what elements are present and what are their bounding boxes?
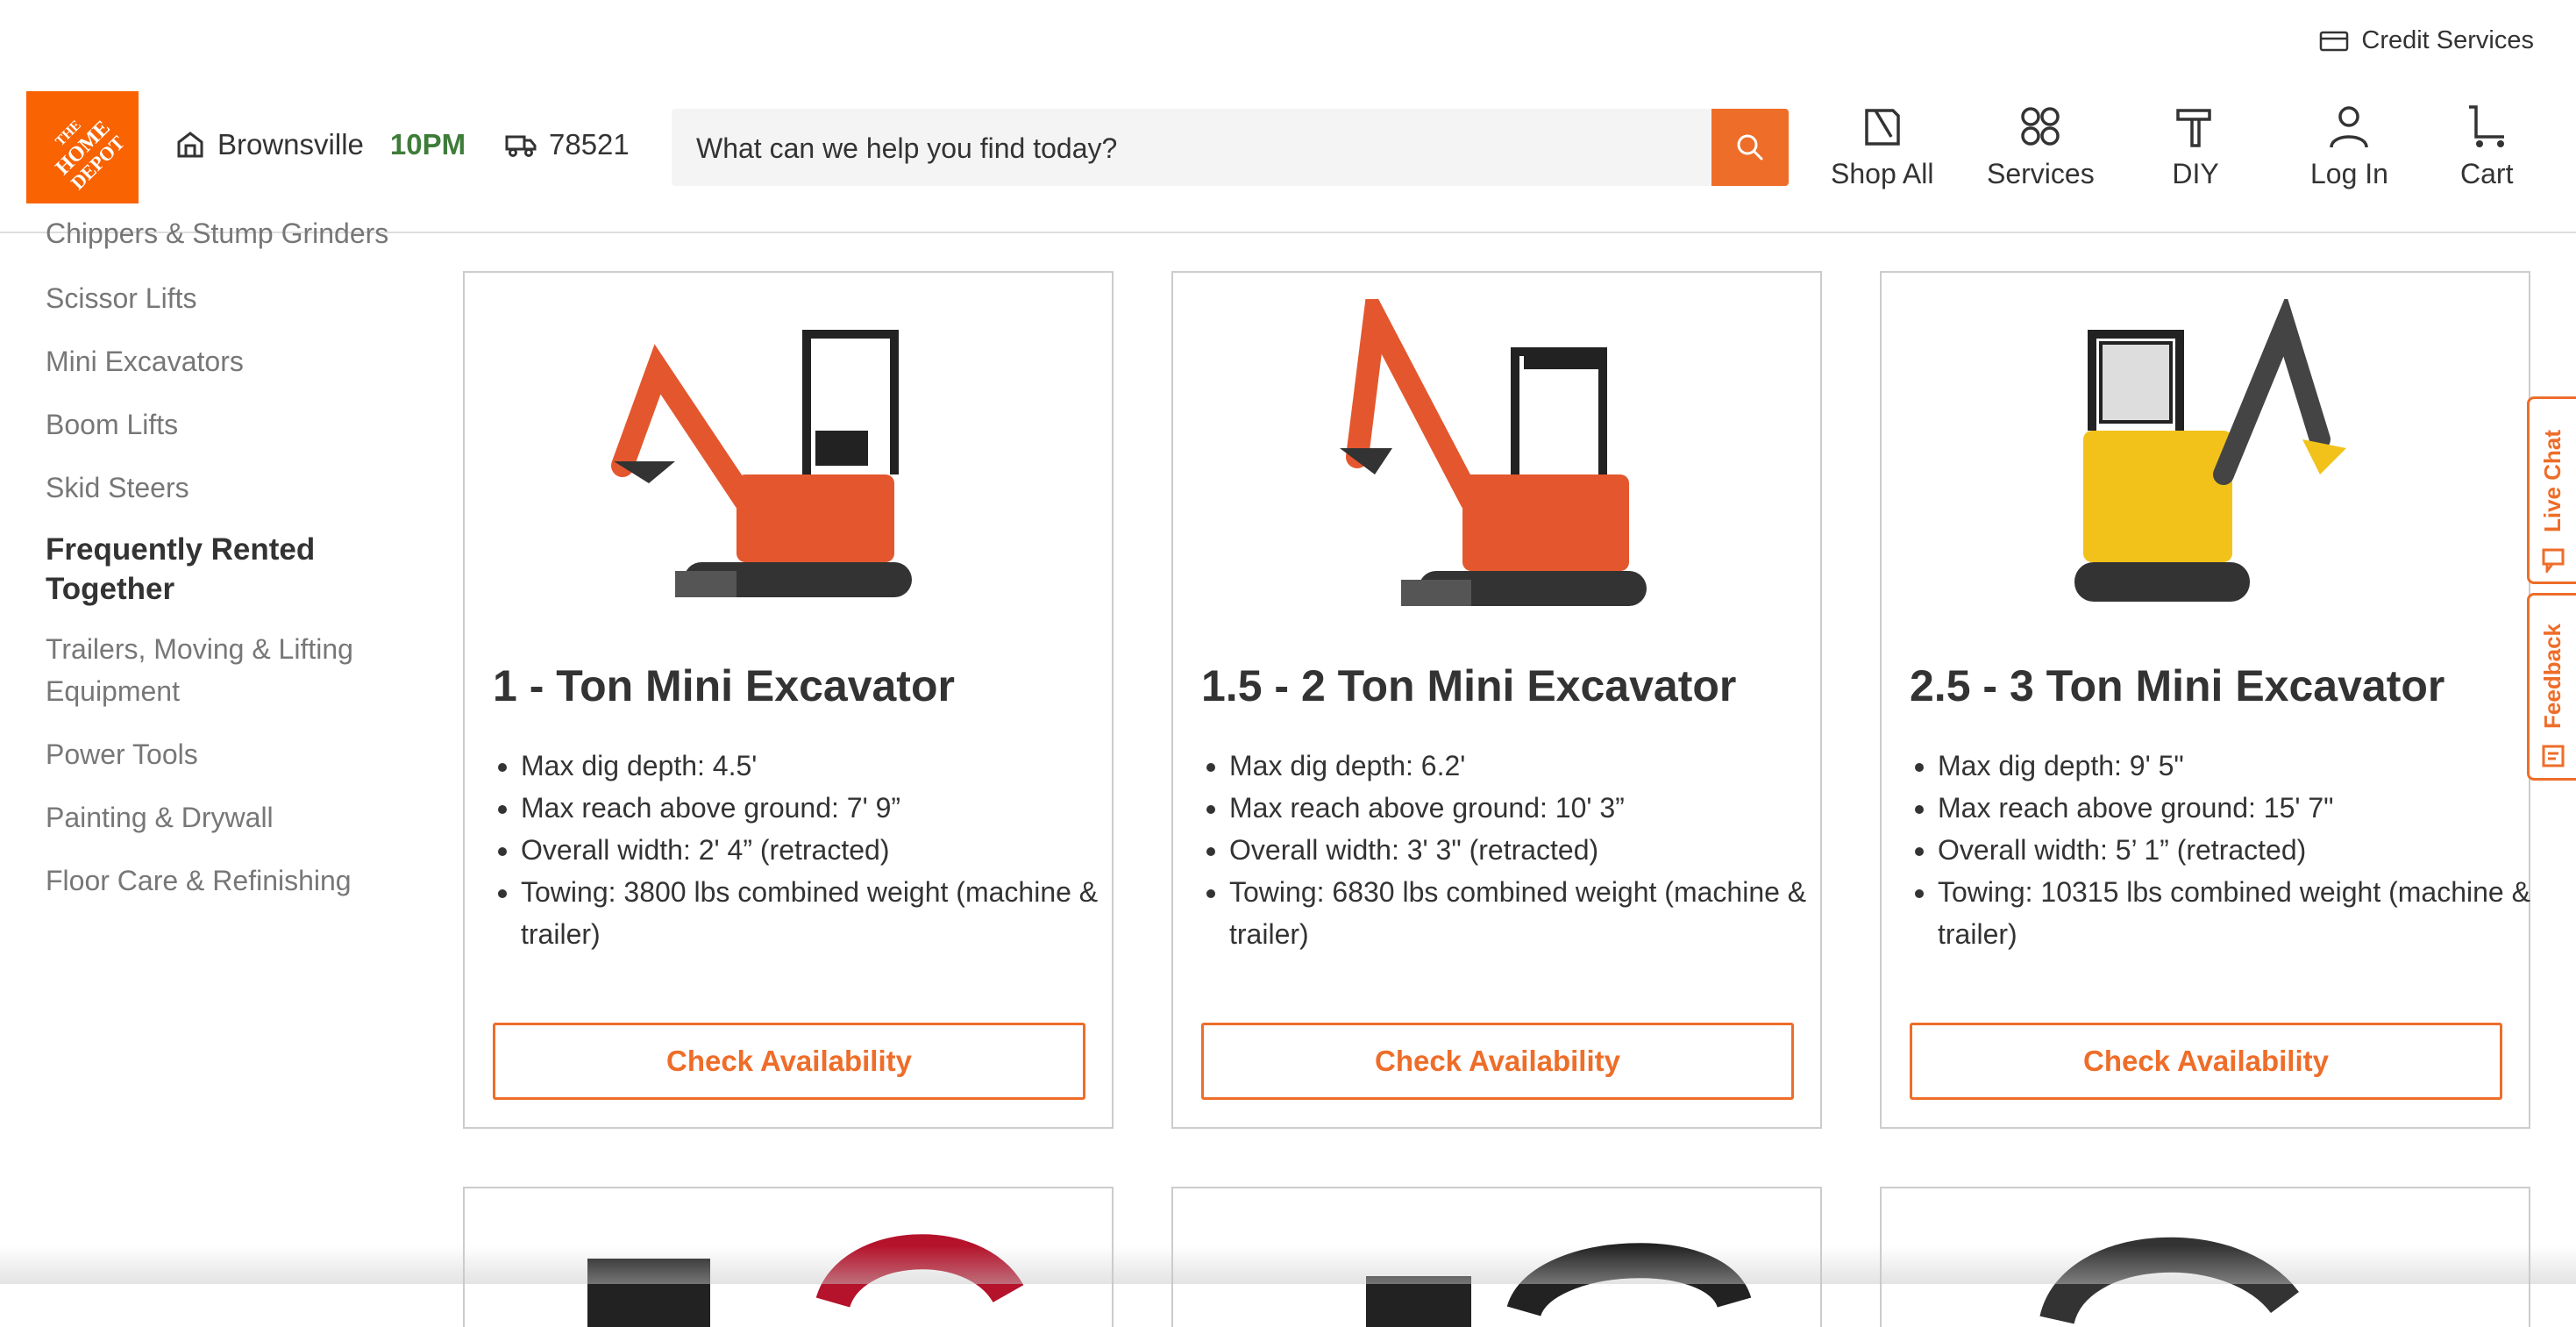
check-availability-button[interactable]: Check Availability — [1201, 1023, 1794, 1100]
bottom-fade — [0, 1245, 2576, 1284]
spec-item: Max dig depth: 4.5' — [521, 745, 1117, 787]
delivery-zip[interactable]: 78521 — [505, 128, 630, 161]
store-icon — [177, 132, 203, 158]
product-card: 2.5 - 3 Ton Mini Excavator Max dig depth… — [1880, 271, 2530, 1129]
product-specs: Max dig depth: 9' 5" Max reach above gro… — [1910, 745, 2534, 955]
store-hours: 10PM — [389, 128, 466, 161]
nav-shop-all[interactable]: Shop All — [1831, 102, 1933, 190]
sidebar-item-chippers[interactable]: Chippers & Stump Grinders — [46, 212, 388, 254]
spec-item: Max dig depth: 6.2' — [1229, 745, 1825, 787]
credit-services-label: Credit Services — [2361, 26, 2534, 54]
sidebar-item-floor-care[interactable]: Floor Care & Refinishing — [46, 860, 414, 902]
main-header: THE HOME DEPOT Brownsville 10PM 78521 Sh… — [0, 84, 2576, 233]
product-specs: Max dig depth: 6.2' Max reach above grou… — [1201, 745, 1825, 955]
product-title[interactable]: 2.5 - 3 Ton Mini Excavator — [1910, 660, 2444, 711]
sidebar-item-painting[interactable]: Painting & Drywall — [46, 796, 414, 838]
nav-label: Log In — [2310, 158, 2388, 189]
truck-icon — [505, 135, 537, 157]
product-title[interactable]: 1 - Ton Mini Excavator — [493, 660, 955, 711]
search-button[interactable] — [1711, 109, 1789, 186]
spec-item: Max dig depth: 9' 5" — [1938, 745, 2534, 787]
credit-card-icon — [2320, 31, 2349, 51]
credit-services-link[interactable]: Credit Services — [2319, 26, 2534, 55]
sidebar-item-trailers[interactable]: Trailers, Moving & Lifting Equipment — [46, 628, 414, 712]
spec-item: Towing: 3800 lbs combined weight (machin… — [521, 871, 1117, 955]
live-chat-tab[interactable]: Live Chat — [2527, 396, 2576, 584]
sidebar-item-skid-steers[interactable]: Skid Steers — [46, 467, 414, 509]
nav-label: DIY — [2172, 158, 2219, 189]
zip-code: 78521 — [549, 128, 630, 161]
store-selector[interactable]: Brownsville 10PM — [175, 128, 466, 161]
search-input[interactable] — [694, 109, 1768, 188]
excavator-image[interactable] — [2022, 299, 2390, 615]
excavator-image[interactable] — [605, 299, 973, 615]
spec-item: Towing: 6830 lbs combined weight (machin… — [1229, 871, 1825, 955]
services-icon — [2021, 107, 2060, 146]
sidebar-item-mini-excavators[interactable]: Mini Excavators — [46, 340, 414, 382]
feedback-tab[interactable]: Feedback — [2527, 593, 2576, 781]
feedback-label: Feedback — [2539, 624, 2565, 729]
diy-icon — [2176, 109, 2211, 147]
sidebar-item-power-tools[interactable]: Power Tools — [46, 733, 414, 775]
excavator-image[interactable] — [1313, 299, 1682, 615]
category-sidebar: Chippers & Stump Grinders Scissor Lifts … — [46, 218, 414, 923]
nav-label: Shop All — [1831, 158, 1934, 189]
spec-item: Overall width: 3' 3" (retracted) — [1229, 829, 1825, 871]
search-bar — [672, 109, 1789, 188]
shop-all-icon — [1864, 109, 1900, 146]
sidebar-item-boom-lifts[interactable]: Boom Lifts — [46, 403, 414, 446]
product-card: 1.5 - 2 Ton Mini Excavator Max dig depth… — [1171, 271, 1822, 1129]
feedback-icon — [2542, 745, 2564, 767]
check-availability-button[interactable]: Check Availability — [1910, 1023, 2502, 1100]
nav-label: Cart — [2460, 158, 2514, 189]
product-specs: Max dig depth: 4.5' Max reach above grou… — [493, 745, 1117, 955]
spec-item: Max reach above ground: 15' 7" — [1938, 787, 2534, 829]
spec-item: Max reach above ground: 7' 9” — [521, 787, 1117, 829]
spec-item: Towing: 10315 lbs combined weight (machi… — [1938, 871, 2534, 955]
product-card: 1 - Ton Mini Excavator Max dig depth: 4.… — [463, 271, 1114, 1129]
frequently-rented-heading: Frequently Rented Together — [46, 532, 316, 606]
top-bar: Credit Services — [0, 0, 2576, 84]
search-icon — [1737, 134, 1763, 161]
nav-cart[interactable]: Cart — [2460, 102, 2513, 190]
nav-label: Services — [1987, 158, 2095, 189]
nav-diy[interactable]: DIY — [2171, 102, 2220, 190]
chat-icon — [2542, 548, 2564, 573]
home-depot-logo[interactable]: THE HOME DEPOT — [26, 91, 139, 203]
store-name: Brownsville — [217, 128, 364, 161]
product-title[interactable]: 1.5 - 2 Ton Mini Excavator — [1201, 660, 1736, 711]
cart-icon — [2469, 105, 2505, 147]
check-availability-button[interactable]: Check Availability — [493, 1023, 1085, 1100]
spec-item: Overall width: 5’ 1” (retracted) — [1938, 829, 2534, 871]
spec-item: Max reach above ground: 10' 3” — [1229, 787, 1825, 829]
user-icon — [2330, 106, 2369, 148]
nav-log-in[interactable]: Log In — [2310, 102, 2388, 190]
nav-services[interactable]: Services — [1987, 102, 2095, 190]
sidebar-item-scissor-lifts[interactable]: Scissor Lifts — [46, 277, 414, 319]
live-chat-label: Live Chat — [2539, 429, 2565, 532]
spec-item: Overall width: 2' 4” (retracted) — [521, 829, 1117, 871]
